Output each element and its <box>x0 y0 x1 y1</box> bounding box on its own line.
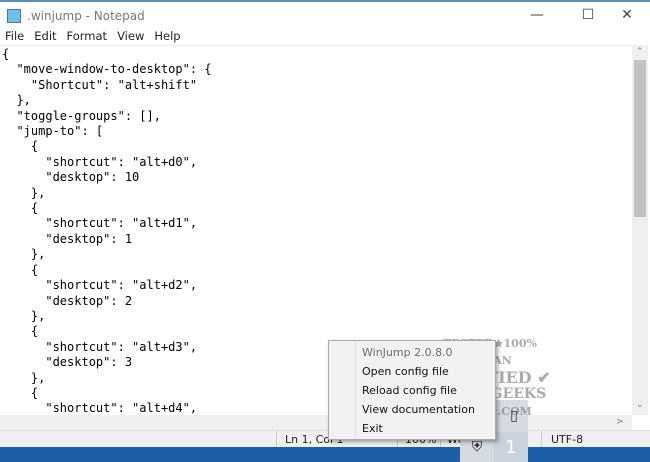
scroll-right-icon[interactable]: > <box>616 417 624 427</box>
menu-item-reload-config[interactable]: Reload config file <box>362 381 457 400</box>
menu-format[interactable]: Format <box>62 29 113 45</box>
menu-item-exit[interactable]: Exit <box>362 419 383 438</box>
menu-edit[interactable]: Edit <box>29 29 61 45</box>
taskbar <box>0 447 650 462</box>
menu-header-version: WinJump 2.0.8.0 <box>362 346 453 359</box>
menu-bar: File Edit Format View Help <box>0 29 650 45</box>
scroll-thumb[interactable] <box>634 60 646 217</box>
context-menu: WinJump 2.0.8.0 Open config file Reload … <box>328 340 496 440</box>
close-button[interactable]: ✕ <box>604 2 650 28</box>
scroll-up-icon[interactable]: ⌃ <box>636 47 644 57</box>
notepad-icon <box>7 8 21 23</box>
window-title: .winjump - Notepad <box>27 8 145 23</box>
menu-item-view-documentation[interactable]: View documentation <box>362 400 475 419</box>
menu-file[interactable]: File <box>0 29 29 45</box>
status-bar: Ln 1, Col 1 100% Wi UTF-8 <box>0 430 650 448</box>
encoding: UTF-8 <box>551 433 584 446</box>
minimize-button[interactable]: — <box>514 2 560 28</box>
vertical-scrollbar[interactable]: ⌃ ⌄ <box>632 45 648 415</box>
menu-help[interactable]: Help <box>149 29 185 45</box>
menu-view[interactable]: View <box>112 29 149 45</box>
menu-item-open-config[interactable]: Open config file <box>362 362 449 381</box>
scroll-down-icon[interactable]: ⌄ <box>636 400 644 410</box>
desktop-number-icon[interactable]: 1 <box>494 432 528 462</box>
